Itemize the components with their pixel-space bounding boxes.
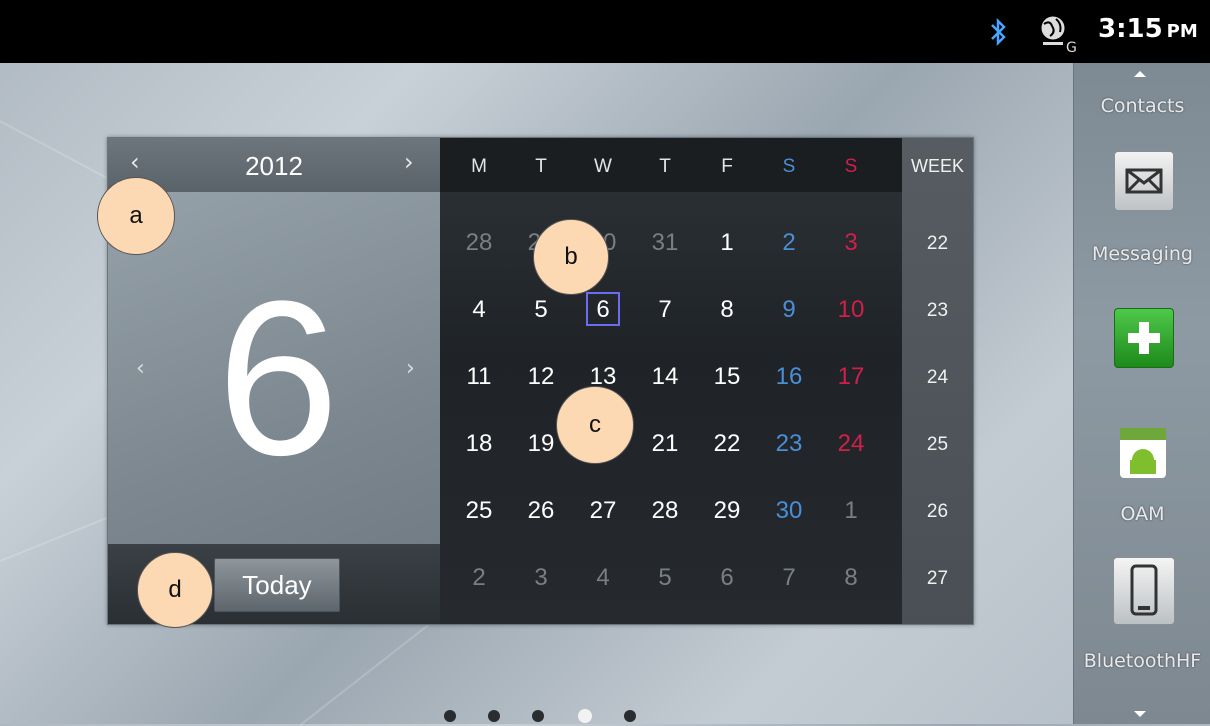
day-cell[interactable]: 21: [634, 424, 696, 464]
day-cell[interactable]: 7: [634, 290, 696, 330]
page-indicator-dot[interactable]: [444, 710, 456, 722]
day-cell[interactable]: 2: [448, 558, 510, 598]
status-bar: G 3:15 PM: [0, 0, 1210, 63]
day-cell[interactable]: 26: [510, 491, 572, 531]
day-cell[interactable]: 11: [448, 357, 510, 397]
weekday-header-0: M: [471, 156, 487, 177]
calendar-widget: ‹ 2012 › ‹ 6 › Today MTWTFSS WEEK 282930…: [107, 137, 974, 625]
clock: 3:15 PM: [1098, 14, 1198, 44]
globe-signal-icon: G: [1041, 16, 1077, 54]
day-cell[interactable]: 6: [696, 558, 758, 598]
day-cell[interactable]: 5: [510, 290, 572, 330]
day-cell[interactable]: 3: [510, 558, 572, 598]
dock-label-contacts[interactable]: Contacts: [1074, 95, 1210, 117]
dock-label-oam[interactable]: OAM: [1074, 503, 1210, 525]
dock-label-bluetoothhf[interactable]: BluetoothHF: [1074, 650, 1210, 672]
day-cell[interactable]: 31: [634, 223, 696, 263]
next-year-button[interactable]: ›: [404, 148, 414, 176]
day-cell[interactable]: 16: [758, 357, 820, 397]
week-number: 24: [926, 367, 949, 388]
day-cell[interactable]: 28: [634, 491, 696, 531]
day-cell[interactable]: 8: [820, 558, 882, 598]
day-cell[interactable]: 27: [572, 491, 634, 531]
day-cell[interactable]: 2: [758, 223, 820, 263]
page-indicator-dot[interactable]: [578, 709, 592, 723]
weekday-header-6: S: [844, 156, 858, 177]
week-number: 25: [926, 434, 949, 455]
day-cell[interactable]: 14: [634, 357, 696, 397]
day-cell[interactable]: 12: [510, 357, 572, 397]
day-cell[interactable]: 4: [448, 290, 510, 330]
weekday-header-row: MTWTFSS: [440, 138, 902, 192]
day-cell[interactable]: 3: [820, 223, 882, 263]
selected-day-number: 6: [216, 255, 340, 501]
day-cell[interactable]: 5: [634, 558, 696, 598]
svg-text:G: G: [1066, 40, 1077, 54]
week-number: 26: [926, 501, 949, 522]
page-indicator-dot[interactable]: [488, 710, 500, 722]
week-number: 22: [926, 233, 949, 254]
scroll-down-arrow-icon[interactable]: [1134, 711, 1146, 717]
day-cell[interactable]: 24: [820, 424, 882, 464]
weekday-header-1: T: [535, 156, 547, 177]
android-app-icon[interactable]: [1120, 428, 1166, 478]
day-cell[interactable]: 8: [696, 290, 758, 330]
day-cell[interactable]: 22: [696, 424, 758, 464]
annotation-marker-a: a: [97, 177, 175, 255]
weekday-header-5: S: [782, 156, 796, 177]
day-cell[interactable]: 23: [758, 424, 820, 464]
weekday-header-2: W: [594, 156, 612, 177]
annotation-marker-d: d: [137, 552, 213, 628]
scroll-up-arrow-icon[interactable]: [1134, 71, 1146, 77]
dock-label-messaging[interactable]: Messaging: [1074, 243, 1210, 265]
phone-icon[interactable]: [1113, 557, 1175, 625]
week-number: 23: [926, 300, 949, 321]
day-cell[interactable]: 30: [758, 491, 820, 531]
day-cell[interactable]: 25: [448, 491, 510, 531]
week-number: 27: [926, 568, 949, 589]
day-cell-selected[interactable]: 6: [572, 290, 634, 330]
day-cell[interactable]: 18: [448, 424, 510, 464]
day-cell[interactable]: 4: [572, 558, 634, 598]
day-cell[interactable]: 15: [696, 357, 758, 397]
day-cell[interactable]: 17: [820, 357, 882, 397]
week-header: WEEK: [910, 156, 964, 176]
annotation-marker-b: b: [533, 219, 609, 295]
annotation-marker-c: c: [556, 386, 634, 464]
bluetooth-icon: [991, 17, 1006, 47]
day-cell[interactable]: 1: [696, 223, 758, 263]
month-grid: MTWTFSS WEEK 282930311232245678910231112…: [440, 138, 973, 624]
page-indicator-dot[interactable]: [624, 710, 636, 722]
green-plus-icon[interactable]: [1114, 308, 1174, 368]
next-day-button[interactable]: ›: [406, 356, 415, 381]
year-label: 2012: [245, 151, 303, 181]
page-indicator-dot[interactable]: [532, 710, 544, 722]
day-cell[interactable]: 29: [696, 491, 758, 531]
day-cell[interactable]: 7: [758, 558, 820, 598]
weekday-header-4: F: [721, 156, 733, 177]
day-cell[interactable]: 1: [820, 491, 882, 531]
weekday-header-3: T: [659, 156, 671, 177]
day-cell[interactable]: 10: [820, 290, 882, 330]
envelope-icon[interactable]: [1114, 151, 1174, 211]
day-cell[interactable]: 9: [758, 290, 820, 330]
day-cell[interactable]: 28: [448, 223, 510, 263]
today-button[interactable]: Today: [214, 558, 340, 612]
app-dock: Contacts Messaging OAM BluetoothHF: [1073, 63, 1210, 724]
